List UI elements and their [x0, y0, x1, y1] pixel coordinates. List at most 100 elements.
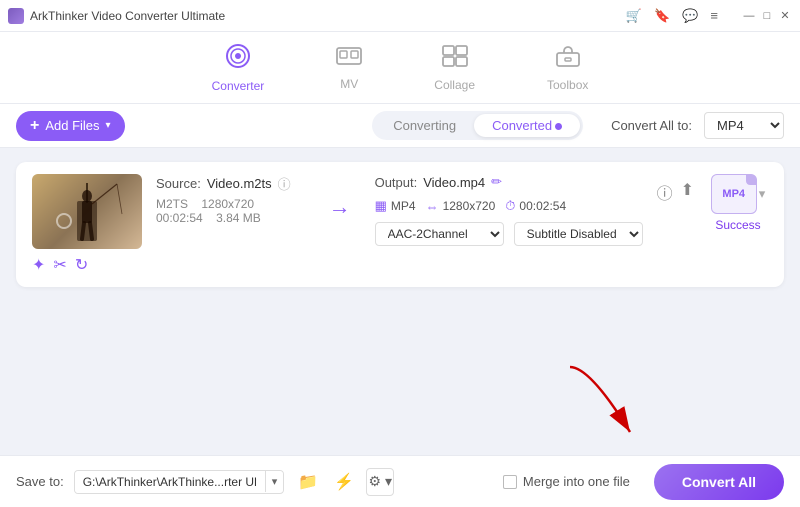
output-duration: 00:02:54 — [519, 199, 566, 213]
cut-icon[interactable]: ✂ — [53, 255, 66, 275]
file-info: Source: Video.m2ts ⓘ M2TS 1280x720 00:02… — [156, 174, 305, 235]
chat-icon[interactable]: 💬 — [682, 8, 698, 24]
output-controls: AAC-2Channel AAC-5.1Channel Subtitle Dis… — [375, 222, 643, 246]
tab-group: Converting Converted — [372, 111, 583, 140]
cart-icon[interactable]: 🛒 — [626, 8, 642, 24]
title-bar-right: 🛒 🔖 💬 ≡ — □ ✕ — [626, 8, 792, 24]
add-files-chevron-icon: ▾ — [106, 120, 111, 131]
source-info-icon[interactable]: ⓘ — [278, 174, 291, 193]
output-resolution-icon: ⇔ — [426, 199, 439, 214]
path-input-wrapper: ▾ — [74, 470, 285, 494]
converter-icon — [225, 43, 251, 75]
output-action-icons: ⓘ ⬆ — [657, 180, 694, 204]
convert-all-button[interactable]: Convert All — [654, 464, 784, 500]
flash-icon[interactable]: ⚡ — [330, 468, 358, 496]
file-card: ✦ ✂ ↻ Source: Video.m2ts ⓘ M2TS 1280x720… — [16, 162, 784, 287]
nav-label-converter: Converter — [212, 79, 265, 93]
title-bar-left: ArkThinker Video Converter Ultimate — [8, 8, 225, 24]
merge-label: Merge into one file — [523, 474, 630, 489]
minimize-button[interactable]: — — [742, 9, 756, 23]
nav-item-toolbox[interactable]: Toolbox — [531, 36, 604, 100]
save-to-label: Save to: — [16, 474, 64, 489]
output-format: MP4 — [391, 199, 416, 213]
main-layout: Converter MV Collage — [0, 32, 800, 507]
success-status: Success — [715, 218, 760, 232]
nav-label-collage: Collage — [434, 78, 475, 92]
output-duration-icon: ⏱ — [505, 198, 515, 214]
close-button[interactable]: ✕ — [778, 9, 792, 23]
sparkle-icon[interactable]: ✦ — [32, 255, 45, 275]
converted-dot — [555, 123, 562, 130]
download-action-icon[interactable]: ⬆ — [681, 180, 694, 204]
file-source-row: Source: Video.m2ts ⓘ — [156, 174, 305, 193]
maximize-button[interactable]: □ — [760, 9, 774, 23]
thumb-actions: ✦ ✂ ↻ — [32, 255, 88, 275]
subtitle-select[interactable]: Subtitle Disabled Subtitle Enabled — [514, 222, 643, 246]
output-section: Output: Video.mp4 ✏ ▦ MP4 ⇔ 1280x720 ⏱ — [375, 174, 643, 246]
output-actions: ⓘ ⬆ — [657, 174, 694, 204]
toolbox-icon — [555, 44, 581, 74]
bottom-icons: 📁 ⚡ ⚙ ▾ — [294, 468, 394, 496]
info-action-icon[interactable]: ⓘ — [657, 180, 673, 204]
nav-item-mv[interactable]: MV — [320, 37, 378, 99]
success-badge-area: MP4 ▾ Success — [708, 174, 768, 232]
settings-icon[interactable]: ⚙ ▾ — [366, 468, 394, 496]
badge-corner — [746, 175, 756, 185]
output-filename: Video.mp4 — [423, 175, 485, 190]
title-bar: ArkThinker Video Converter Ultimate 🛒 🔖 … — [0, 0, 800, 32]
nav-label-mv: MV — [340, 77, 358, 91]
output-format-item: ▦ MP4 — [375, 198, 416, 214]
merge-checkbox-area: Merge into one file — [503, 474, 630, 489]
tab-converted[interactable]: Converted — [474, 114, 580, 137]
mp4-badge: MP4 — [711, 174, 757, 214]
thumbnail — [32, 174, 142, 249]
output-duration-item: ⏱ 00:02:54 — [505, 198, 566, 214]
thumbnail-section: ✦ ✂ ↻ — [32, 174, 142, 275]
audio-channel-select[interactable]: AAC-2Channel AAC-5.1Channel — [375, 222, 504, 246]
title-icon-group: 🛒 🔖 💬 ≡ — [626, 8, 718, 24]
add-files-label: Add Files — [45, 118, 99, 133]
collage-icon — [442, 44, 468, 74]
badge-chevron-icon[interactable]: ▾ — [759, 186, 766, 202]
folder-icon[interactable]: 📁 — [294, 468, 322, 496]
bottom-bar: Save to: ▾ 📁 ⚡ ⚙ ▾ Merge into one file C… — [0, 455, 800, 507]
window-controls: — □ ✕ — [742, 9, 792, 23]
source-filename: Video.m2ts — [207, 176, 272, 191]
format-select[interactable]: MP4 MKV AVI MOV — [704, 112, 784, 139]
file-meta: M2TS 1280x720 00:02:54 3.84 MB — [156, 197, 305, 225]
path-chevron-icon[interactable]: ▾ — [265, 471, 284, 492]
badge-format-text: MP4 — [722, 188, 745, 200]
file-duration: 00:02:54 — [156, 211, 203, 225]
convert-arrow-icon: → — [329, 194, 351, 220]
output-format-icon: ▦ — [375, 198, 387, 214]
badge-row: MP4 ▾ — [711, 174, 766, 214]
file-format: M2TS — [156, 197, 188, 211]
file-resolution: 1280x720 — [201, 197, 254, 211]
plus-icon: + — [30, 117, 39, 135]
bookmark-icon[interactable]: 🔖 — [654, 8, 670, 24]
scrollable-content: ✦ ✂ ↻ Source: Video.m2ts ⓘ M2TS 1280x720… — [0, 148, 800, 507]
save-path-input[interactable] — [75, 471, 265, 493]
nav-bar: Converter MV Collage — [0, 32, 800, 104]
merge-checkbox[interactable] — [503, 475, 517, 489]
menu-icon[interactable]: ≡ — [710, 8, 718, 23]
toolbar: + Add Files ▾ Converting Converted Conve… — [0, 104, 800, 148]
nav-label-toolbox: Toolbox — [547, 78, 588, 92]
app-title: ArkThinker Video Converter Ultimate — [30, 9, 225, 23]
tab-converting[interactable]: Converting — [375, 114, 474, 137]
rotate-icon[interactable]: ↻ — [75, 255, 88, 275]
nav-item-collage[interactable]: Collage — [418, 36, 491, 100]
app-icon — [8, 8, 24, 24]
output-label: Output: — [375, 175, 418, 190]
nav-item-converter[interactable]: Converter — [196, 35, 281, 101]
source-label: Source: — [156, 176, 201, 191]
mv-icon — [336, 45, 362, 73]
output-header: Output: Video.mp4 ✏ — [375, 174, 643, 190]
output-details: ▦ MP4 ⇔ 1280x720 ⏱ 00:02:54 — [375, 198, 643, 214]
convert-all-label: Convert All to: — [611, 118, 692, 133]
output-resolution-item: ⇔ 1280x720 — [426, 198, 496, 214]
add-files-button[interactable]: + Add Files ▾ — [16, 111, 125, 141]
arrow-section: → — [319, 174, 361, 220]
output-edit-icon[interactable]: ✏ — [491, 174, 502, 190]
file-size: 3.84 MB — [216, 211, 261, 225]
